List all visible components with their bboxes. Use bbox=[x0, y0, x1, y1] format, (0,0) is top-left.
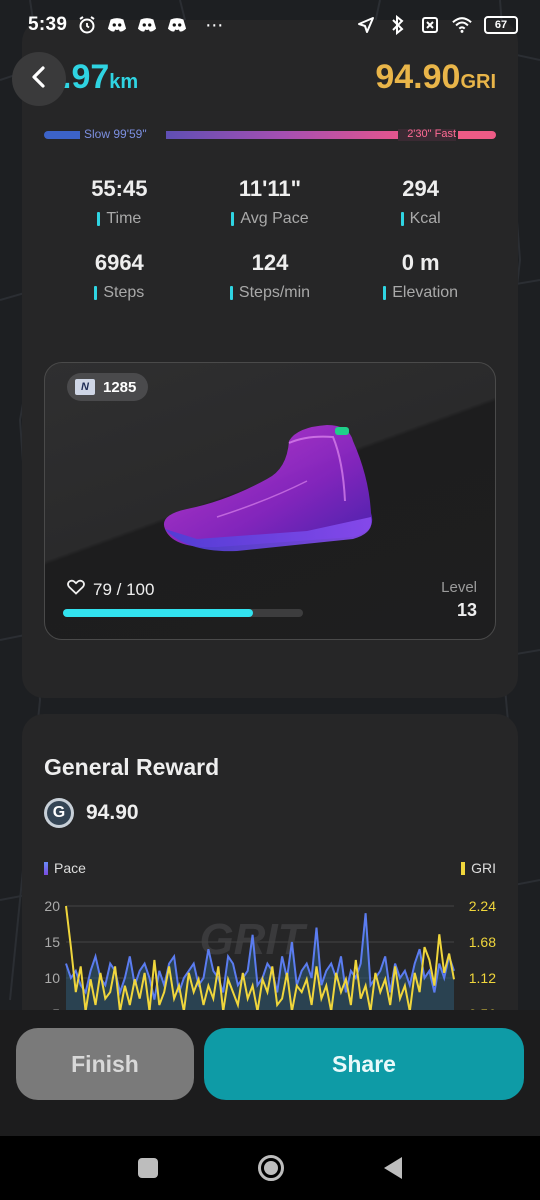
heart-icon bbox=[67, 579, 85, 600]
stat-kcal: 294 Kcal bbox=[345, 176, 496, 228]
gri-earned: 94.90GRI bbox=[375, 58, 496, 97]
chevron-left-icon bbox=[30, 65, 48, 93]
share-button[interactable]: Share bbox=[204, 1028, 524, 1100]
sneaker-id-badge: N 1285 bbox=[67, 373, 149, 401]
sneaker-image bbox=[157, 421, 387, 566]
stat-value: 6964 bbox=[94, 250, 144, 275]
durability-label: 79 / 100 bbox=[67, 579, 154, 600]
more-notifications-icon: ⋯ bbox=[205, 14, 224, 35]
notification-icons: ⋯ bbox=[77, 15, 223, 36]
general-reward-card: General Reward G 94.90 Pace GRI GRIT202.… bbox=[22, 714, 518, 1014]
stat-label: Elevation bbox=[392, 284, 459, 301]
discord-icon bbox=[167, 15, 187, 35]
recents-button[interactable] bbox=[138, 1158, 158, 1178]
stat-value: 55:45 bbox=[91, 176, 148, 201]
y-left-tick-label: 20 bbox=[44, 898, 60, 914]
tick-mark bbox=[94, 286, 98, 300]
stat-value: 0 m bbox=[401, 250, 440, 275]
y-left-tick-label: 10 bbox=[44, 970, 60, 986]
y-left-tick-label: 15 bbox=[44, 934, 60, 950]
legend-label: GRI bbox=[471, 860, 496, 876]
stat-label: Kcal bbox=[409, 210, 441, 227]
durability-value: 79 / 100 bbox=[93, 579, 155, 599]
durability-fill bbox=[63, 609, 253, 617]
pace-gri-chart: GRIT202.24151.68101.1250.56 bbox=[44, 898, 496, 1014]
pace-scale-gradient bbox=[166, 131, 400, 139]
sneaker-id: 1285 bbox=[103, 378, 137, 396]
reward-title: General Reward bbox=[44, 754, 220, 780]
durability-bar bbox=[63, 609, 303, 617]
gri-coin-icon: G bbox=[44, 798, 74, 828]
stat-label: Time bbox=[106, 210, 142, 227]
coin-letter: G bbox=[47, 801, 71, 825]
distance-value: .97km bbox=[62, 58, 138, 97]
distance-unit: km bbox=[109, 71, 139, 93]
system-nav-bar bbox=[0, 1136, 540, 1200]
pace-scale-fast-label: 2'30" Fast bbox=[407, 128, 456, 140]
tick-mark bbox=[229, 286, 233, 300]
sim-off-icon bbox=[420, 15, 440, 35]
distance-number: .97 bbox=[62, 58, 110, 96]
pace-scale-slow-label: Slow 99'59" bbox=[84, 127, 147, 141]
y-right-tick-label: 1.68 bbox=[469, 934, 496, 950]
bluetooth-icon bbox=[388, 15, 408, 35]
level-label: Level bbox=[441, 579, 477, 596]
stat-time: 55:45 Time bbox=[44, 176, 195, 228]
system-status-icons: 67 bbox=[356, 15, 518, 35]
discord-icon bbox=[107, 15, 127, 35]
gri-unit: GRI bbox=[460, 71, 496, 93]
home-dot-icon bbox=[264, 1161, 278, 1175]
reward-amount-row: G 94.90 bbox=[44, 798, 139, 828]
home-button[interactable] bbox=[258, 1155, 284, 1181]
y-right-tick-label: 1.12 bbox=[469, 970, 496, 986]
stat-label: Avg Pace bbox=[240, 210, 309, 227]
location-icon bbox=[356, 15, 376, 35]
tick-mark bbox=[231, 212, 235, 226]
legend-label: Pace bbox=[54, 860, 86, 876]
stat-value: 294 bbox=[402, 176, 440, 201]
back-nav-button[interactable] bbox=[384, 1157, 402, 1179]
stat-value: 124 bbox=[251, 250, 289, 275]
stat-steps-per-min: 124 Steps/min bbox=[195, 250, 346, 302]
status-bar: 5:39 ⋯ 67 bbox=[0, 0, 540, 50]
stat-steps: 6964 Steps bbox=[44, 250, 195, 302]
pace-scale-bar: Slow 99'59" 2'30" Fast bbox=[44, 127, 496, 142]
back-button[interactable] bbox=[12, 52, 66, 106]
stat-value: 11'11" bbox=[238, 176, 302, 201]
legend-swatch bbox=[44, 861, 48, 875]
legend-swatch bbox=[461, 861, 466, 875]
wifi-icon bbox=[452, 15, 472, 35]
tick-mark bbox=[383, 286, 387, 300]
reward-amount: 94.90 bbox=[86, 801, 139, 824]
brand-logo-icon: N bbox=[75, 379, 95, 395]
y-right-tick-label: 2.24 bbox=[469, 898, 496, 914]
stat-label: Steps/min bbox=[238, 284, 311, 301]
tick-mark bbox=[97, 212, 101, 226]
action-bar: Finish Share bbox=[0, 1010, 540, 1136]
pace-scale-fast-segment bbox=[458, 131, 496, 139]
legend-pace: Pace bbox=[44, 860, 86, 876]
pace-scale-slow-segment bbox=[44, 131, 80, 139]
discord-icon bbox=[137, 15, 157, 35]
stat-avg-pace: 11'11" Avg Pace bbox=[195, 176, 346, 228]
legend-gri: GRI bbox=[461, 860, 496, 876]
gri-number: 94.90 bbox=[375, 58, 461, 96]
stat-label: Steps bbox=[103, 284, 145, 301]
finish-button[interactable]: Finish bbox=[16, 1028, 194, 1100]
stats-grid: 55:45 Time 11'11" Avg Pace 294 Kcal 6964… bbox=[44, 176, 496, 302]
status-time: 5:39 bbox=[28, 14, 68, 35]
sneaker-card[interactable]: N 1285 79 / 100 Level 13 bbox=[44, 362, 496, 640]
alarm-icon bbox=[77, 15, 97, 35]
battery-indicator: 67 bbox=[484, 16, 518, 34]
tick-mark bbox=[400, 212, 404, 226]
stat-elevation: 0 m Elevation bbox=[345, 250, 496, 302]
level-value: 13 bbox=[456, 600, 477, 620]
sneaker-level: Level 13 bbox=[441, 579, 477, 621]
